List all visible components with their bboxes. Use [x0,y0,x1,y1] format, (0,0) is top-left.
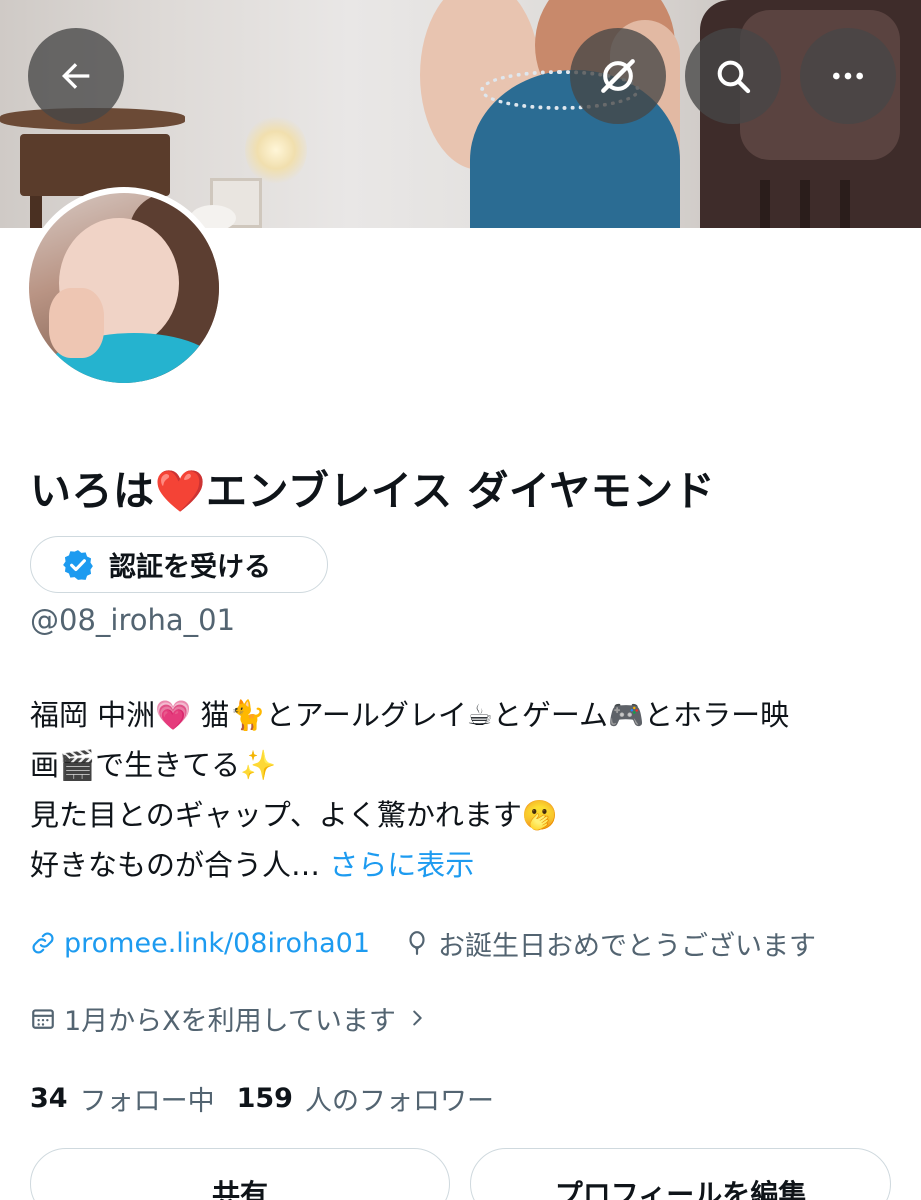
balloon-icon [409,931,425,955]
bio-line-last: 好きなものが合う人… さらに表示 [30,840,890,890]
bio-line: 画🎬で生きてる✨ [30,748,277,782]
verified-badge-icon [63,549,93,580]
banner-chair-leg [760,180,770,228]
followers-label: 人のフォロワー [304,1085,494,1117]
grok-icon [601,59,635,93]
profile-meta-row: promee.link/08iroha01 お誕生日おめでとうございます [30,921,816,965]
bio-line: 見た目とのギャップ、よく驚かれます🫢 [30,798,558,832]
get-verified-label: 認証を受ける [109,552,271,583]
display-name: いろは❤️エンブレイス ダイヤモンド [30,467,716,515]
back-button[interactable] [28,28,124,124]
show-more-link[interactable]: さらに表示 [329,848,474,882]
following-label: フォロー中 [79,1085,215,1117]
profile-bio: 福岡 中洲💗 猫🐈とアールグレイ☕とゲーム🎮とホラー映 画🎬で生きてる✨ 見た目… [30,690,890,890]
website-link[interactable]: promee.link/08iroha01 [30,928,370,959]
link-icon [32,932,54,954]
bio-truncated-text: 好きなものが合う人… [30,848,330,882]
get-verified-button[interactable]: 認証を受ける [30,536,328,593]
calendar-icon [32,1009,54,1029]
following-count: 34 [30,1082,68,1114]
birthday-info: お誕生日おめでとうございます [404,924,816,963]
followers-count: 159 [236,1082,293,1114]
chevron-right-icon [413,1010,422,1026]
more-dots-icon [833,72,863,80]
avatar-image [29,193,219,383]
birthday-text: お誕生日おめでとうございます [438,930,817,962]
following-link[interactable]: 34 フォロー中 [30,1079,215,1118]
grok-button[interactable] [570,28,666,124]
avatar[interactable] [23,187,225,389]
banner-lamp-decor [245,115,307,185]
share-button[interactable]: 共有 [30,1148,450,1200]
banner-chair-leg [840,180,850,228]
website-link-text: promee.link/08iroha01 [64,927,371,959]
joined-date-row[interactable]: 1月からXを利用しています [30,996,428,1040]
joined-text: 1月からXを利用しています [64,1005,396,1037]
arrow-left-icon [62,63,90,89]
user-handle: @08_iroha_01 [30,603,236,637]
follow-stats: 34 フォロー中 159 人のフォロワー [30,1076,494,1120]
search-button[interactable] [685,28,781,124]
banner-chair-leg [800,180,810,228]
search-icon [717,60,751,94]
edit-profile-button[interactable]: プロフィールを編集 [470,1148,891,1200]
followers-link[interactable]: 159 人のフォロワー [237,1079,494,1118]
bio-line: 福岡 中洲💗 猫🐈とアールグレイ☕とゲーム🎮とホラー映 [30,698,790,732]
more-button[interactable] [800,28,896,124]
edit-profile-label: プロフィールを編集 [554,1178,807,1200]
share-label: 共有 [211,1178,268,1200]
